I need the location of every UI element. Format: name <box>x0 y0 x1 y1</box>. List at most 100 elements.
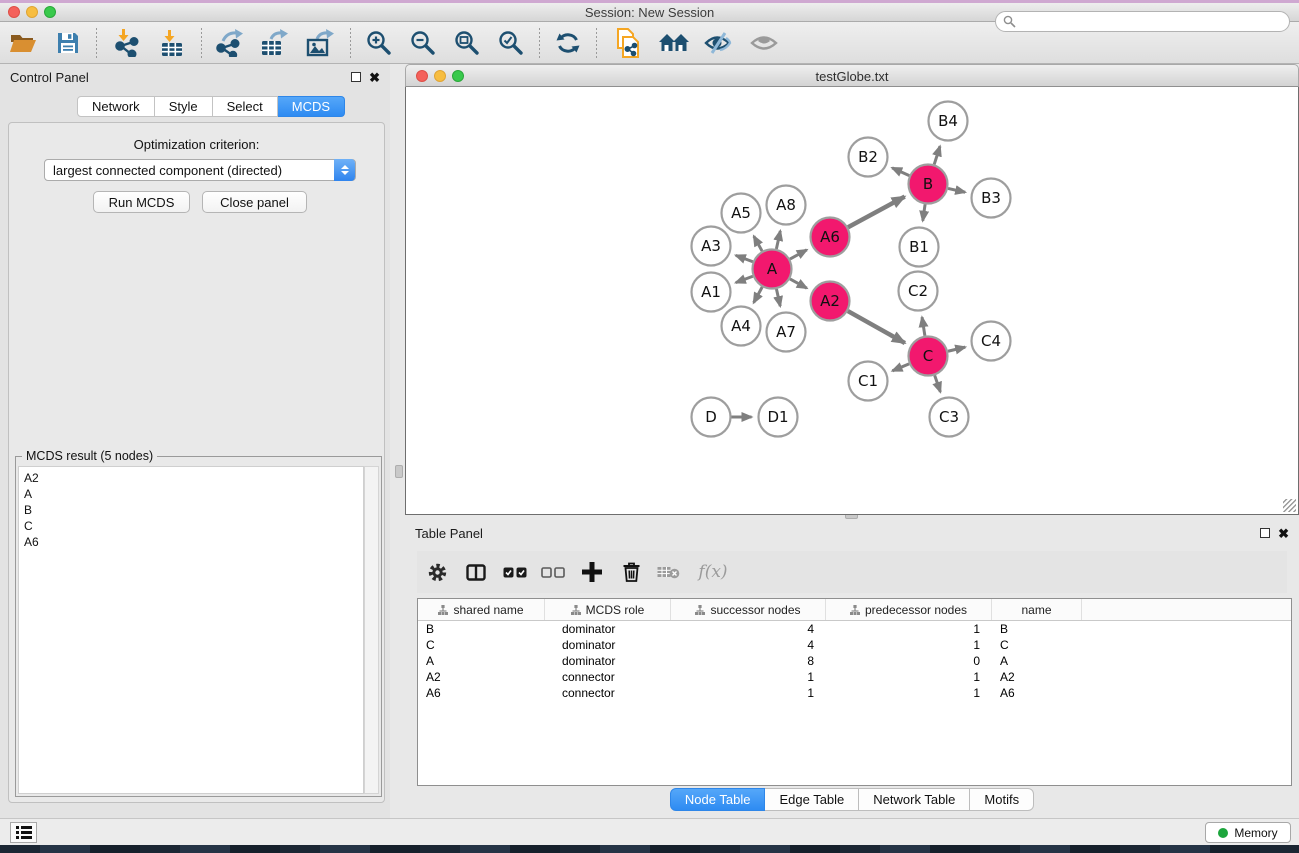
column-header-shared-name[interactable]: shared name <box>418 599 545 620</box>
graph-edge-A-A5[interactable] <box>754 236 762 251</box>
delete-table-button[interactable] <box>649 565 687 579</box>
export-table-button[interactable] <box>252 26 296 60</box>
table-row[interactable]: Adominator80A <box>418 653 1291 669</box>
toggle-details-button[interactable] <box>695 26 741 60</box>
vertical-splitter-handle[interactable] <box>395 465 403 478</box>
tab-motifs[interactable]: Motifs <box>970 788 1034 811</box>
graph-edge-C-C4[interactable] <box>948 347 965 351</box>
home-button[interactable] <box>653 26 695 60</box>
table-row[interactable]: Cdominator41C <box>418 637 1291 653</box>
tab-select[interactable]: Select <box>213 96 278 117</box>
float-table-panel-icon[interactable] <box>1260 528 1270 538</box>
mcds-result-item[interactable]: A2 <box>24 470 363 486</box>
table-cell[interactable]: A <box>992 653 1082 669</box>
clone-network-button[interactable] <box>603 26 653 60</box>
table-cell[interactable]: C <box>418 637 545 653</box>
zoom-in-button[interactable] <box>357 26 401 60</box>
table-cell[interactable]: 1 <box>826 685 992 701</box>
tab-network-table[interactable]: Network Table <box>859 788 970 811</box>
close-panel-button[interactable]: Close panel <box>202 191 307 213</box>
mcds-result-item[interactable]: A6 <box>24 534 363 550</box>
run-mcds-button[interactable]: Run MCDS <box>93 191 190 213</box>
save-session-button[interactable] <box>46 26 90 60</box>
table-cell[interactable]: 4 <box>671 637 826 653</box>
table-cell[interactable]: connector <box>545 685 671 701</box>
function-builder-button[interactable]: f(x) <box>687 562 739 582</box>
table-cell[interactable]: 1 <box>671 669 826 685</box>
export-image-button[interactable] <box>296 26 344 60</box>
refresh-layout-button[interactable] <box>546 26 590 60</box>
graph-edge-B-B1[interactable] <box>923 204 925 220</box>
select-all-button[interactable] <box>495 567 535 578</box>
graph-edge-C-C2[interactable] <box>922 317 925 336</box>
column-header-name[interactable]: name <box>992 599 1082 620</box>
memory-button[interactable]: Memory <box>1205 822 1291 843</box>
network-canvas[interactable]: B4B2BB3A8A5A6A3B1AC2A1A2A4A7C4CC1C3DD1 <box>405 87 1299 515</box>
graph-edge-A-A6[interactable] <box>790 250 807 259</box>
graph-edge-A-A1[interactable] <box>736 276 753 282</box>
network-window-titlebar[interactable]: testGlobe.txt <box>405 64 1299 87</box>
table-row[interactable]: Bdominator41B <box>418 621 1291 637</box>
import-table-button[interactable] <box>149 26 195 60</box>
tab-style[interactable]: Style <box>155 96 213 117</box>
graph-edge-A-A7[interactable] <box>776 289 780 306</box>
tab-network[interactable]: Network <box>77 96 155 117</box>
table-cell[interactable]: 4 <box>671 621 826 637</box>
close-table-panel-icon[interactable]: ✖ <box>1278 527 1289 540</box>
zoom-selected-button[interactable] <box>489 26 533 60</box>
table-cell[interactable]: 1 <box>826 669 992 685</box>
table-cell[interactable]: dominator <box>545 653 671 669</box>
node-table[interactable]: shared nameMCDS rolesuccessor nodesprede… <box>417 598 1292 786</box>
graph-edge-C-C3[interactable] <box>935 375 941 392</box>
graph-edge-C-C1[interactable] <box>892 364 909 371</box>
window-resize-grip[interactable] <box>1283 499 1296 512</box>
table-cell[interactable]: B <box>418 621 545 637</box>
export-network-button[interactable] <box>208 26 252 60</box>
column-view-button[interactable] <box>457 564 495 581</box>
tab-edge-table[interactable]: Edge Table <box>765 788 859 811</box>
graph-edge-A-A4[interactable] <box>754 287 763 303</box>
table-cell[interactable]: dominator <box>545 621 671 637</box>
mcds-result-item[interactable]: B <box>24 502 363 518</box>
graph-edge-A-A8[interactable] <box>776 231 780 249</box>
zoom-fit-button[interactable] <box>445 26 489 60</box>
add-column-button[interactable] <box>571 562 613 582</box>
mcds-result-list[interactable]: A2ABCA6 <box>18 466 364 794</box>
task-history-button[interactable] <box>10 822 37 843</box>
table-cell[interactable]: 1 <box>826 621 992 637</box>
settings-gear-button[interactable] <box>417 562 457 583</box>
table-cell[interactable]: A2 <box>992 669 1082 685</box>
table-cell[interactable]: 1 <box>826 637 992 653</box>
tab-mcds[interactable]: MCDS <box>278 96 345 117</box>
graph-edge-A6-B[interactable] <box>848 197 905 228</box>
tab-node-table[interactable]: Node Table <box>670 788 766 811</box>
table-cell[interactable]: 8 <box>671 653 826 669</box>
column-header-predecessor-nodes[interactable]: predecessor nodes <box>826 599 992 620</box>
table-cell[interactable]: dominator <box>545 637 671 653</box>
table-cell[interactable]: 1 <box>671 685 826 701</box>
table-cell[interactable]: B <box>992 621 1082 637</box>
show-hide-button[interactable] <box>741 26 787 60</box>
deselect-all-button[interactable] <box>535 567 571 578</box>
float-panel-icon[interactable] <box>351 72 361 82</box>
table-row[interactable]: A2connector11A2 <box>418 669 1291 685</box>
search-field[interactable] <box>995 11 1290 32</box>
graph-edge-B-B2[interactable] <box>892 168 909 176</box>
graph-edge-B-B3[interactable] <box>948 188 965 192</box>
open-session-button[interactable] <box>0 26 46 60</box>
close-panel-icon[interactable]: ✖ <box>369 71 380 84</box>
graph-edge-B-B4[interactable] <box>934 146 940 164</box>
mcds-result-item[interactable]: A <box>24 486 363 502</box>
mcds-list-scrollbar[interactable] <box>364 466 379 794</box>
table-cell[interactable]: A2 <box>418 669 545 685</box>
delete-column-button[interactable] <box>613 562 649 582</box>
table-cell[interactable]: A <box>418 653 545 669</box>
graph-edge-A-A2[interactable] <box>790 279 807 288</box>
graph-edge-A2-C[interactable] <box>848 311 905 343</box>
table-cell[interactable]: A6 <box>418 685 545 701</box>
column-header-MCDS-role[interactable]: MCDS role <box>545 599 671 620</box>
table-cell[interactable]: 0 <box>826 653 992 669</box>
graph-edge-A-A3[interactable] <box>736 255 753 261</box>
zoom-out-button[interactable] <box>401 26 445 60</box>
table-cell[interactable]: A6 <box>992 685 1082 701</box>
